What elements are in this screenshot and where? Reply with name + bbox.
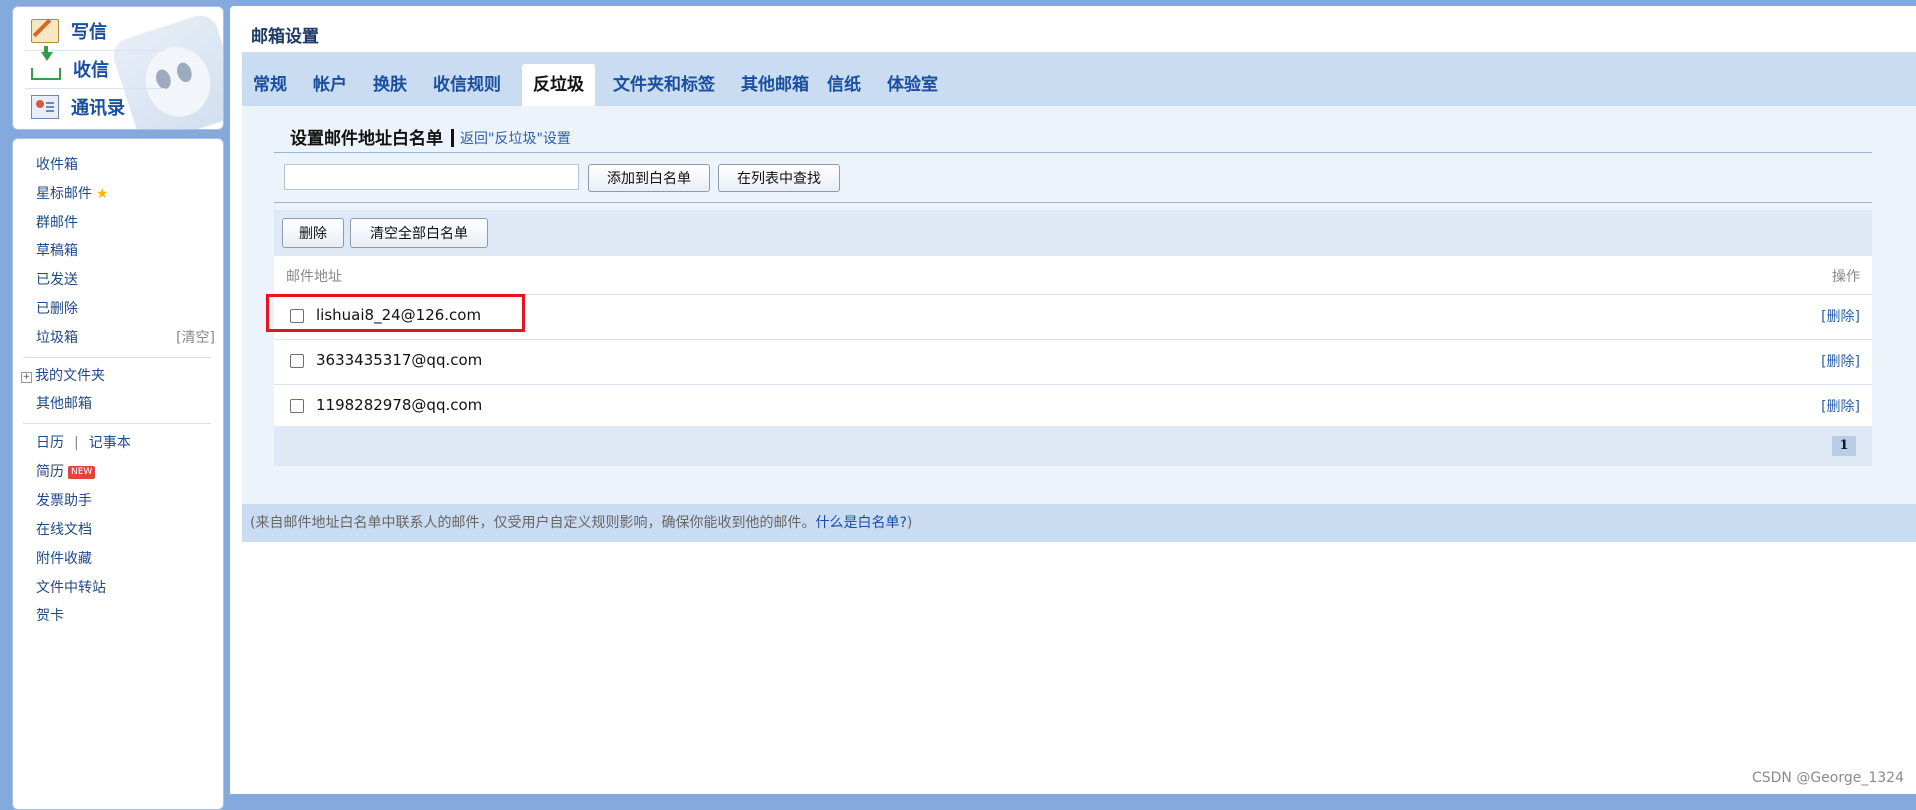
greeting-cards-link[interactable]: 贺卡 xyxy=(36,604,215,628)
folder-panel: 收件箱 星标邮件 ★ 群邮件 草稿箱 已发送 已删除 垃圾箱 [清空] + 我的文件… xyxy=(12,138,224,810)
settings-tabs: 常规 帐户 换肤 收信规则 反垃圾 文件夹和标签 其他邮箱 信纸 体验室 xyxy=(242,52,1916,106)
folder-group[interactable]: 群邮件 xyxy=(36,211,215,235)
table-row: 3633435317@qq.com [删除] xyxy=(274,340,1872,385)
write-mail-label: 写信 xyxy=(71,22,107,43)
pagination-bar: 1 xyxy=(274,426,1872,466)
other-mailboxes-label: 其他邮箱 xyxy=(36,396,92,412)
row-delete-link[interactable]: [删除] xyxy=(1821,396,1860,416)
online-docs-link[interactable]: 在线文档 xyxy=(36,518,215,542)
divider xyxy=(274,202,1872,203)
folder-other-mailboxes[interactable]: 其他邮箱 xyxy=(36,392,215,416)
clear-spam-link[interactable]: [清空] xyxy=(176,326,215,350)
tab-folders-labels[interactable]: 文件夹和标签 xyxy=(602,68,726,106)
folder-drafts[interactable]: 草稿箱 xyxy=(36,239,215,263)
cards-label: 贺卡 xyxy=(36,608,64,624)
qq-penguin-watermark-icon xyxy=(108,10,223,129)
attachments-label: 附件收藏 xyxy=(36,551,92,567)
write-pencil-icon xyxy=(31,19,59,43)
row-delete-link[interactable]: [删除] xyxy=(1821,306,1860,326)
tab-other-mailboxes[interactable]: 其他邮箱 xyxy=(730,68,820,106)
note-suffix: ) xyxy=(906,515,913,531)
tab-stationery[interactable]: 信纸 xyxy=(816,68,872,106)
folder-deleted-label: 已删除 xyxy=(36,301,78,317)
tab-account[interactable]: 帐户 xyxy=(302,68,358,106)
folder-sent-label: 已发送 xyxy=(36,272,78,288)
section-title-text: 设置邮件地址白名单 xyxy=(290,129,443,149)
row-checkbox[interactable] xyxy=(290,399,304,413)
back-to-antispam-link[interactable]: 返回"反垃圾"设置 xyxy=(460,128,571,148)
invoice-assistant-link[interactable]: 发票助手 xyxy=(36,489,215,513)
csdn-watermark: CSDN @George_1324 xyxy=(1751,770,1904,786)
folder-drafts-label: 草稿箱 xyxy=(36,243,78,259)
folder-group-label: 群邮件 xyxy=(36,215,78,231)
tab-lab[interactable]: 体验室 xyxy=(876,68,949,106)
settings-main-panel: 邮箱设置 常规 帐户 换肤 收信规则 反垃圾 文件夹和标签 其他邮箱 信纸 体验… xyxy=(230,6,1916,794)
search-in-list-button[interactable]: 在列表中查找 xyxy=(718,164,840,192)
row-address: 1198282978@qq.com xyxy=(316,396,483,414)
invoice-label: 发票助手 xyxy=(36,493,92,509)
table-toolbar: 删除 清空全部白名单 xyxy=(274,210,1872,256)
new-badge: NEW xyxy=(68,466,96,479)
divider xyxy=(23,423,211,424)
whitelist-table: 删除 清空全部白名单 邮件地址 操作 lishuai8_24@126.com [… xyxy=(274,210,1872,466)
folder-my-folders[interactable]: + 我的文件夹 xyxy=(21,364,215,388)
add-to-whitelist-button[interactable]: 添加到白名单 xyxy=(588,164,710,192)
folder-inbox-label: 收件箱 xyxy=(36,157,78,173)
highlight-box xyxy=(266,294,525,332)
contact-card-icon xyxy=(31,95,59,119)
folder-spam[interactable]: 垃圾箱 [清空] xyxy=(36,326,215,350)
left-sidebar: 写信 收信 通讯录 收件箱 星标邮件 ★ 群邮件 草稿箱 已发送 已删除 垃圾箱… xyxy=(12,6,224,810)
row-delete-link[interactable]: [删除] xyxy=(1821,351,1860,371)
folder-inbox[interactable]: 收件箱 xyxy=(36,153,215,177)
tab-skin[interactable]: 换肤 xyxy=(362,68,418,106)
receive-mail-label: 收信 xyxy=(73,60,109,81)
expand-plus-icon[interactable]: + xyxy=(21,372,32,383)
column-header-action: 操作 xyxy=(1832,269,1860,285)
table-row: 1198282978@qq.com [删除] xyxy=(274,385,1872,430)
compose-panel: 写信 收信 通讯录 xyxy=(12,6,224,130)
folder-starred[interactable]: 星标邮件 ★ xyxy=(36,182,215,206)
tab-anti-spam[interactable]: 反垃圾 xyxy=(522,64,595,106)
title-divider xyxy=(451,129,454,147)
row-address: 3633435317@qq.com xyxy=(316,351,483,369)
docs-label: 在线文档 xyxy=(36,522,92,538)
row-checkbox[interactable] xyxy=(290,354,304,368)
contacts-label: 通讯录 xyxy=(71,98,125,119)
pipe-separator: | xyxy=(74,435,79,451)
table-header: 邮件地址 操作 xyxy=(274,256,1872,295)
calendar-notepad-row: 日历 | 记事本 xyxy=(36,431,215,455)
folder-starred-label: 星标邮件 xyxy=(36,186,92,202)
folder-deleted[interactable]: 已删除 xyxy=(36,297,215,321)
resume-label: 简历 xyxy=(36,464,64,480)
star-icon: ★ xyxy=(96,186,109,202)
what-is-whitelist-link[interactable]: 什么是白名单? xyxy=(815,515,906,531)
folder-spam-label: 垃圾箱 xyxy=(36,330,78,346)
delete-button[interactable]: 删除 xyxy=(282,218,344,248)
tab-mail-rules[interactable]: 收信规则 xyxy=(422,68,512,106)
whitelist-address-input[interactable] xyxy=(284,164,579,190)
notepad-link[interactable]: 记事本 xyxy=(89,435,131,451)
file-transfer-link[interactable]: 文件中转站 xyxy=(36,576,215,600)
divider xyxy=(274,152,1872,153)
section-title: 设置邮件地址白名单 xyxy=(290,124,462,149)
tab-general[interactable]: 常规 xyxy=(242,68,298,106)
transfer-label: 文件中转站 xyxy=(36,580,106,596)
contacts-button[interactable]: 通讯录 xyxy=(31,89,125,125)
receive-mail-button[interactable]: 收信 xyxy=(31,46,109,87)
my-folders-label: 我的文件夹 xyxy=(35,368,105,384)
column-header-address: 邮件地址 xyxy=(286,269,342,285)
attachment-favorites-link[interactable]: 附件收藏 xyxy=(36,547,215,571)
write-mail-button[interactable]: 写信 xyxy=(31,13,107,49)
resume-link[interactable]: 简历 NEW xyxy=(36,460,215,484)
page-title: 邮箱设置 xyxy=(251,27,319,47)
whitelist-note: (来自邮件地址白名单中联系人的邮件，仅受用户自定义规则影响，确保你能收到他的邮件… xyxy=(242,504,1916,542)
folder-sent[interactable]: 已发送 xyxy=(36,268,215,292)
divider xyxy=(23,357,211,358)
download-arrow-icon xyxy=(31,46,61,80)
calendar-link[interactable]: 日历 xyxy=(36,435,64,451)
page-number[interactable]: 1 xyxy=(1832,436,1856,456)
clear-whitelist-button[interactable]: 清空全部白名单 xyxy=(350,218,488,248)
note-text: (来自邮件地址白名单中联系人的邮件，仅受用户自定义规则影响，确保你能收到他的邮件… xyxy=(250,515,816,531)
